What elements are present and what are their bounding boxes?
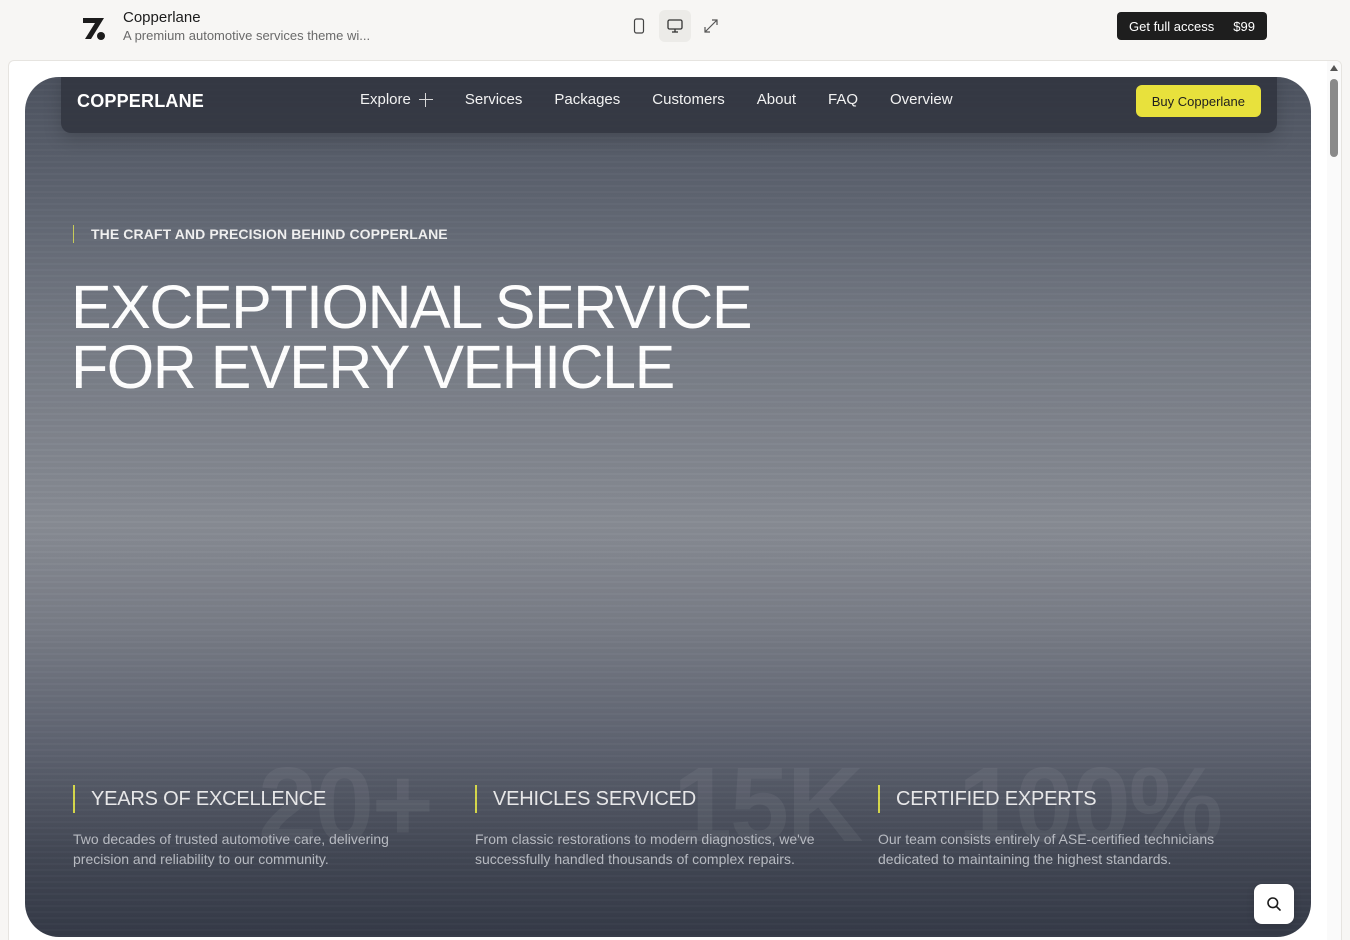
nav-link-label: Explore (360, 91, 411, 108)
brand-subtitle: A premium automotive services theme wi..… (123, 28, 371, 43)
search-button[interactable] (1254, 884, 1294, 924)
copperlane-logo-icon (83, 18, 105, 40)
fullscreen-button[interactable] (695, 10, 727, 42)
headline-line-2: FOR EVERY VEHICLE (71, 333, 675, 401)
stat-title: YEARS OF EXCELLENCE (73, 785, 453, 813)
desktop-view-button[interactable] (659, 10, 691, 42)
get-full-access-button[interactable]: Get full access $99 (1117, 12, 1267, 40)
hero-headline: EXCEPTIONAL SERVICE FOR EVERY VEHICLE (71, 273, 791, 401)
stat-title: CERTIFIED EXPERTS (878, 785, 1258, 813)
nav-link-customers[interactable]: Customers (652, 91, 725, 108)
nav-link-about[interactable]: About (757, 91, 796, 108)
nav-links: Explore Services Packages Customers Abou… (360, 91, 985, 108)
nav-link-services[interactable]: Services (465, 91, 523, 108)
scrollbar[interactable] (1327, 61, 1341, 940)
access-label: Get full access (1129, 18, 1215, 34)
preview-frame: COPPERLANE Explore Services Packages Cus… (8, 60, 1342, 940)
preview-topbar: Copperlane A premium automotive services… (0, 0, 1350, 56)
hero-section: COPPERLANE Explore Services Packages Cus… (25, 77, 1311, 937)
site-navbar: COPPERLANE Explore Services Packages Cus… (61, 77, 1277, 133)
site-logo[interactable]: COPPERLANE (77, 91, 204, 112)
scroll-thumb[interactable] (1330, 79, 1338, 157)
stat-vehicles: 15K VEHICLES SERVICED From classic resto… (475, 746, 863, 869)
mobile-view-button[interactable] (623, 10, 655, 42)
nav-link-explore[interactable]: Explore (360, 91, 433, 108)
stat-description: Two decades of trusted automotive care, … (73, 831, 389, 867)
nav-link-overview[interactable]: Overview (890, 91, 953, 108)
access-price: $99 (1233, 18, 1255, 34)
headline-line-1: EXCEPTIONAL SERVICE (71, 273, 753, 341)
hero-eyebrow: THE CRAFT AND PRECISION BEHIND COPPERLAN… (73, 225, 448, 243)
expand-icon (704, 19, 718, 33)
desktop-icon (667, 19, 683, 33)
mobile-icon (633, 18, 645, 34)
stat-experts: 100% CERTIFIED EXPERTS Our team consists… (878, 746, 1258, 869)
stat-description: Our team consists entirely of ASE-certif… (878, 831, 1215, 867)
buy-copperlane-button[interactable]: Buy Copperlane (1135, 85, 1261, 117)
search-icon (1267, 897, 1281, 911)
nav-link-packages[interactable]: Packages (554, 91, 620, 108)
stat-years: 20+ YEARS OF EXCELLENCE Two decades of t… (73, 746, 453, 869)
scroll-up-arrow-icon[interactable] (1330, 65, 1338, 71)
brand-name: Copperlane (123, 9, 201, 26)
plus-icon (418, 92, 433, 107)
nav-link-faq[interactable]: FAQ (828, 91, 858, 108)
stat-description: From classic restorations to modern diag… (475, 831, 815, 867)
stat-title: VEHICLES SERVICED (475, 785, 855, 813)
